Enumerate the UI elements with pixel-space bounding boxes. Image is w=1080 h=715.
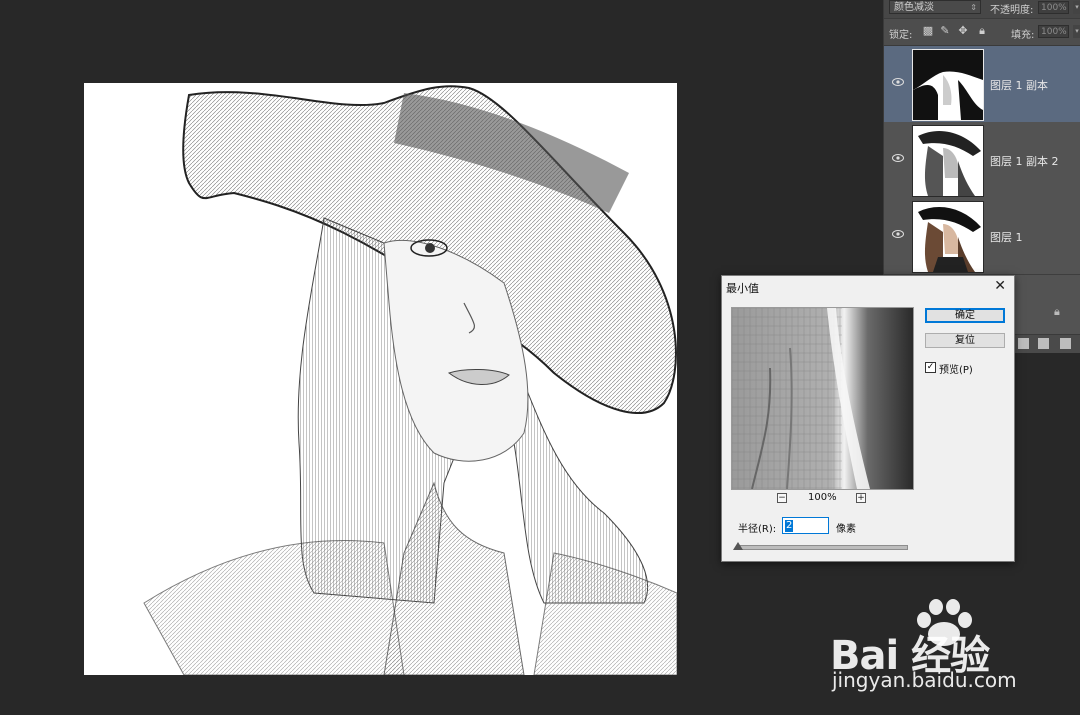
layer-thumbnail [912,125,984,197]
layer-row-3[interactable]: 图层 1 [884,198,1080,275]
radius-input[interactable]: 2 [782,517,829,534]
minimum-filter-dialog: 最小值 ✕ − 100% + 确定 复位 ✓ 预览(P) 半径(R): 2 像素 [721,275,1015,562]
reset-button[interactable]: 复位 [925,333,1005,348]
background-lock-icon: 🔒︎ [1054,305,1060,318]
preview-checkbox[interactable]: ✓ [925,362,936,373]
eye-icon[interactable] [892,153,904,163]
ok-button[interactable]: 确定 [925,308,1005,323]
lock-position-icon[interactable]: ✥ [957,25,969,37]
lock-transparent-icon[interactable]: ▩ [922,25,934,37]
lock-all-icon[interactable]: 🔒︎ [976,25,988,37]
new-layer-icon[interactable] [1038,338,1049,349]
canvas-document[interactable] [84,83,677,675]
opacity-label: 不透明度: [990,5,1034,16]
fill-dropdown-icon[interactable]: ▾ [1073,25,1080,38]
lock-paint-icon[interactable]: ✎ [939,25,951,37]
filter-preview[interactable] [731,307,914,490]
trash-icon[interactable] [1060,338,1071,349]
layer-thumbnail [912,49,984,121]
baidu-watermark: Bai 经验 jingyan.baidu.com [830,598,1070,698]
lock-fill-row: 锁定: ▩ ✎ ✥ 🔒︎ 填充: 100% ▾ [884,19,1080,46]
fill-label: 填充: [1011,30,1035,41]
zoom-level: 100% [808,492,837,503]
blend-mode-value: 颜色减淡 [894,2,934,13]
fill-input[interactable]: 100% [1038,25,1069,38]
sketch-image [143,85,677,675]
layer-row-1[interactable]: 图层 1 副本 [884,46,1080,123]
dialog-title: 最小值 [726,282,759,295]
preview-label[interactable]: 预览(P) [939,361,973,376]
layer-name: 图层 1 副本 2 [990,155,1059,168]
blend-mode-select[interactable]: 颜色减淡 ⇕ [889,0,981,14]
opacity-dropdown-icon[interactable]: ▾ [1073,1,1080,14]
lock-label: 锁定: [889,30,913,41]
layer-thumbnail [912,201,984,273]
opacity-input[interactable]: 100% [1038,1,1069,14]
chevron-updown-icon: ⇕ [970,3,977,12]
eye-icon[interactable] [892,77,904,87]
layer-name: 图层 1 [990,231,1023,244]
radius-slider-handle[interactable] [733,542,743,550]
layer-row-2[interactable]: 图层 1 副本 2 [884,122,1080,199]
radius-slider-track[interactable] [736,545,908,550]
radius-value: 2 [785,520,794,532]
eye-icon[interactable] [892,229,904,239]
radius-label: 半径(R): [738,524,777,535]
close-icon[interactable]: ✕ [994,278,1006,294]
radius-unit: 像素 [836,524,856,535]
zoom-out-button[interactable]: − [777,493,787,503]
new-group-icon[interactable] [1018,338,1029,349]
layer-name: 图层 1 副本 [990,79,1048,92]
watermark-url: jingyan.baidu.com [832,668,1017,692]
zoom-in-button[interactable]: + [856,493,866,503]
blend-options-row: 颜色减淡 ⇕ 不透明度: 100% ▾ [884,0,1080,19]
